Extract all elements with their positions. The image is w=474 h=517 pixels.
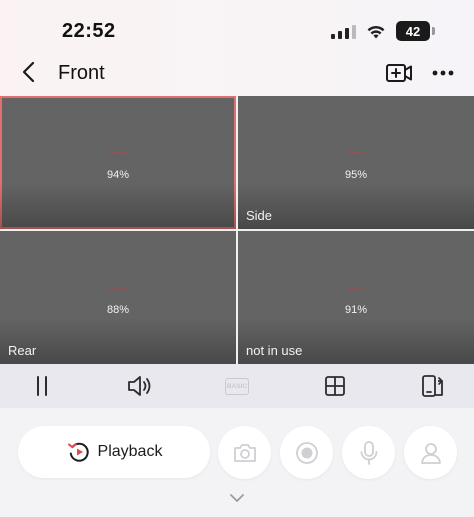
- pause-button[interactable]: [27, 372, 57, 400]
- wifi-icon: [367, 25, 385, 38]
- camera-feed-rear[interactable]: 88% Rear: [0, 231, 236, 364]
- cellular-signal-icon: [331, 23, 356, 39]
- battery-level: 42: [405, 23, 421, 39]
- record-button[interactable]: [280, 426, 333, 479]
- contact-button[interactable]: [404, 426, 457, 479]
- microphone-button[interactable]: [342, 426, 395, 479]
- loading-indicator: [109, 287, 127, 289]
- snapshot-button[interactable]: [218, 426, 271, 479]
- playback-label: Playback: [97, 443, 163, 460]
- top-header: 22:52 42 Front: [0, 0, 474, 96]
- speaker-icon: [128, 376, 151, 396]
- audio-button[interactable]: [125, 372, 155, 400]
- chevron-down-icon[interactable]: [229, 493, 245, 503]
- switch-screen-icon: [422, 375, 443, 397]
- contact-icon: [420, 442, 441, 464]
- camera-grid: 94% 95% Side 88% Rear 91% not in use: [0, 96, 474, 364]
- camera-feed-1[interactable]: 94%: [0, 96, 236, 229]
- camera-label: Side: [246, 208, 273, 223]
- loading-percent: 88%: [106, 304, 130, 316]
- playback-button[interactable]: Playback: [18, 426, 210, 478]
- loading-percent: 91%: [344, 304, 368, 316]
- pause-icon: [37, 376, 47, 396]
- grid-layout-icon: [325, 376, 345, 396]
- camera-label: not in use: [246, 343, 303, 358]
- page-title: Front: [58, 62, 105, 84]
- camera-feed-not-in-use[interactable]: 91% not in use: [238, 231, 474, 364]
- bottom-controls: Playback: [0, 408, 474, 517]
- camera-icon: [233, 443, 256, 462]
- more-icon[interactable]: [428, 58, 458, 88]
- record-icon: [295, 441, 318, 464]
- loading-indicator: [109, 152, 127, 154]
- microphone-icon: [360, 440, 377, 465]
- add-video-icon[interactable]: [384, 58, 414, 88]
- player-toolbar: BASIC: [0, 364, 474, 408]
- loading-percent: 94%: [106, 169, 130, 181]
- quality-button[interactable]: BASIC: [222, 372, 252, 400]
- loading-indicator: [347, 287, 365, 289]
- status-time: 22:52: [62, 20, 116, 42]
- basic-quality-icon: BASIC: [225, 377, 249, 395]
- battery-icon: 42: [396, 21, 435, 41]
- loading-percent: 95%: [344, 169, 368, 181]
- back-arrow-icon[interactable]: [16, 58, 44, 86]
- grid-layout-button[interactable]: [320, 372, 350, 400]
- switch-screen-button[interactable]: [417, 372, 447, 400]
- status-icons: 42: [331, 21, 435, 41]
- loading-indicator: [347, 152, 365, 154]
- playback-icon: [67, 442, 89, 462]
- camera-feed-side[interactable]: 95% Side: [238, 96, 474, 229]
- camera-label: Rear: [8, 343, 37, 358]
